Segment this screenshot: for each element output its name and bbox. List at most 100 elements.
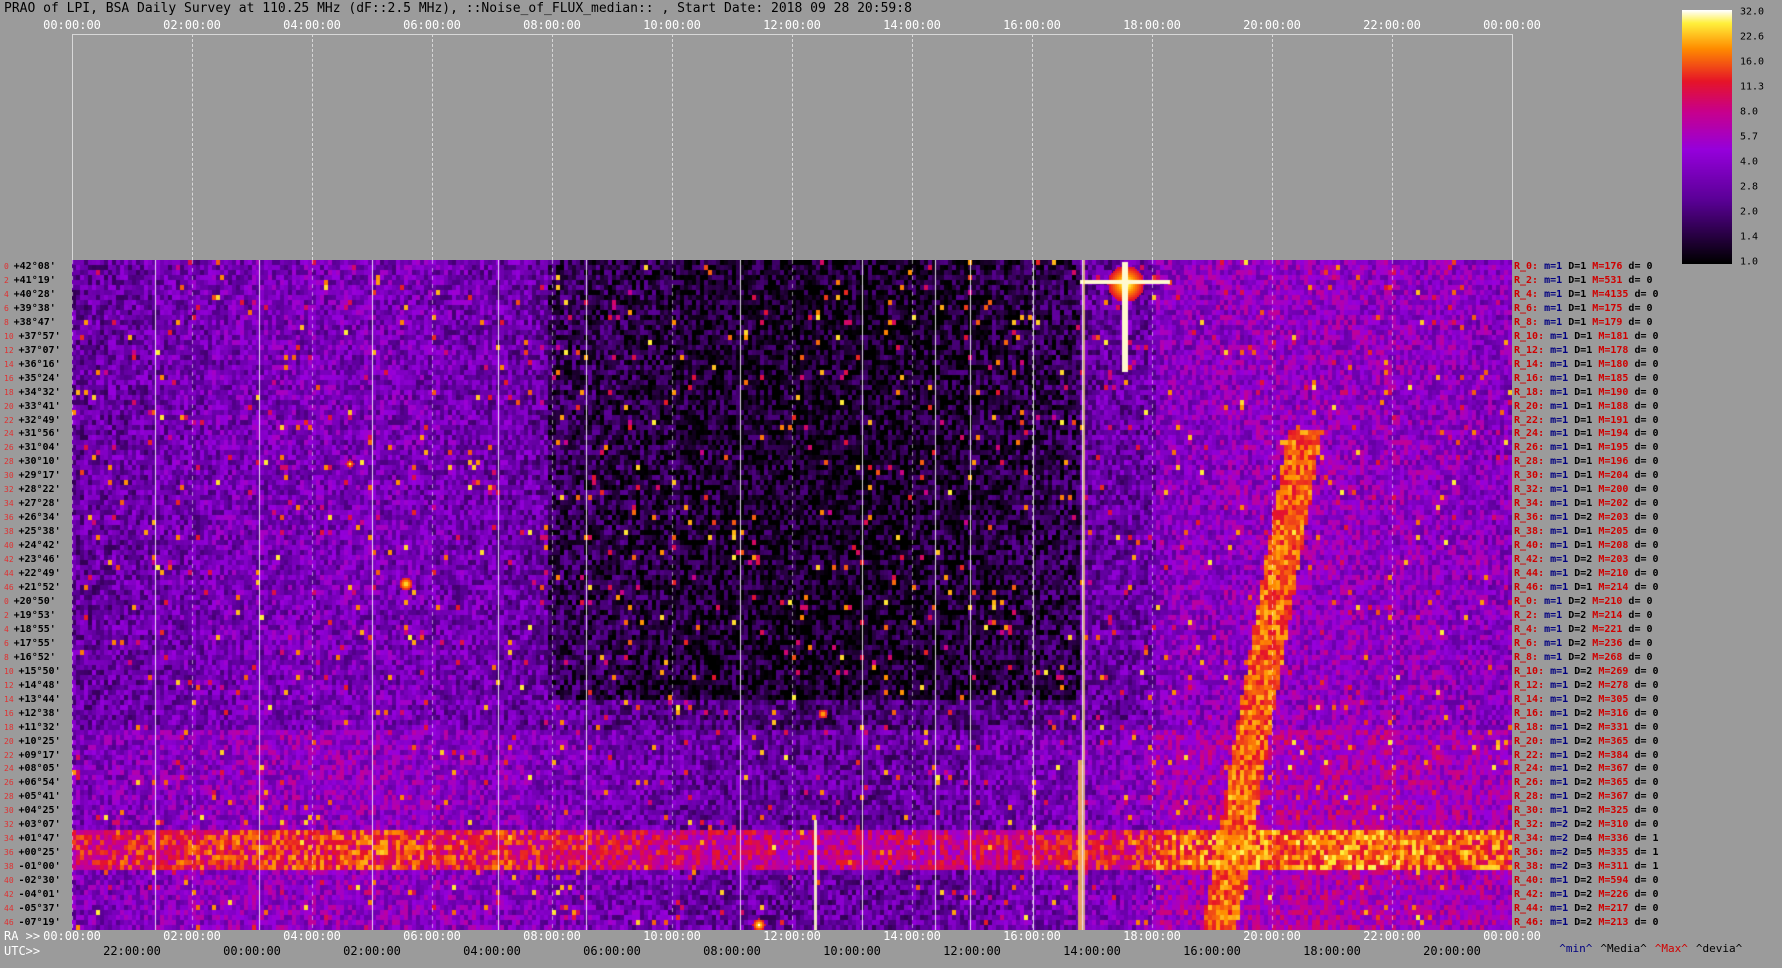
declination-label: 28 +30°10' bbox=[4, 456, 61, 468]
top-tick-label: 18:00:00 bbox=[1123, 18, 1181, 32]
gridline bbox=[1512, 34, 1513, 260]
stat-m: m=1 bbox=[1550, 344, 1575, 356]
stat-d: d= 0 bbox=[1634, 749, 1665, 761]
stat-m: m=1 bbox=[1550, 358, 1575, 370]
row-index: 24 bbox=[4, 764, 19, 774]
stat-rn: R_44: bbox=[1514, 903, 1551, 915]
stat-m: m=1 bbox=[1550, 749, 1575, 761]
stat-M: M=335 bbox=[1598, 847, 1635, 859]
row-stat: R_4: m=1 D=1 M=4135 d= 0 bbox=[1514, 289, 1665, 301]
stat-D: D=2 bbox=[1574, 777, 1599, 789]
colorbar-tick: 1.4 bbox=[1740, 231, 1759, 243]
row-stat: R_24: m=1 D=1 M=194 d= 0 bbox=[1514, 428, 1665, 440]
row-index: 22 bbox=[4, 415, 19, 425]
row-stat: R_46: m=1 D=1 M=214 d= 0 bbox=[1514, 582, 1665, 594]
declination-label: 34 +01°47' bbox=[4, 833, 61, 845]
declination-label: 0 +42°08' bbox=[4, 261, 56, 273]
row-stat: R_42: m=1 D=2 M=203 d= 0 bbox=[1514, 554, 1665, 566]
stat-D: D=2 bbox=[1574, 917, 1599, 929]
declination-value: +05°41' bbox=[18, 791, 61, 803]
row-stat: R_32: m=1 D=1 M=200 d= 0 bbox=[1514, 484, 1665, 496]
row-index: 30 bbox=[4, 471, 19, 481]
stat-M: M=305 bbox=[1598, 693, 1635, 705]
ra-tick-label: 22:00:00 bbox=[1363, 929, 1421, 943]
row-stat: R_26: m=1 D=1 M=195 d= 0 bbox=[1514, 442, 1665, 454]
declination-value: +36°16' bbox=[18, 358, 61, 370]
utc-tick-label: 10:00:00 bbox=[823, 944, 881, 958]
stat-D: D=2 bbox=[1574, 749, 1599, 761]
stat-D: D=1 bbox=[1568, 316, 1593, 328]
stat-d: d= 0 bbox=[1634, 512, 1665, 524]
legend-min: ^min^ bbox=[1559, 942, 1593, 955]
top-tick-label: 00:00:00 bbox=[43, 18, 101, 32]
declination-label: 20 +10°25' bbox=[4, 736, 61, 748]
declination-value: +40°28' bbox=[13, 288, 56, 300]
stat-D: D=1 bbox=[1574, 344, 1599, 356]
row-index: 36 bbox=[4, 513, 19, 523]
stat-m: m=1 bbox=[1544, 274, 1569, 286]
stat-m: m=2 bbox=[1550, 847, 1575, 859]
declination-label: 30 +29°17' bbox=[4, 470, 61, 482]
stat-d: d= 0 bbox=[1634, 568, 1665, 580]
row-stat: R_44: m=1 D=2 M=210 d= 0 bbox=[1514, 568, 1665, 580]
row-index: 2 bbox=[4, 275, 14, 285]
stat-d: d= 0 bbox=[1628, 316, 1659, 328]
row-index: 28 bbox=[4, 457, 19, 467]
stat-m: m=1 bbox=[1550, 470, 1575, 482]
declination-label: 14 +36°16' bbox=[4, 359, 61, 371]
row-stat: R_6: m=1 D=1 M=175 d= 0 bbox=[1514, 303, 1659, 315]
stat-d: d= 0 bbox=[1634, 344, 1665, 356]
gridline bbox=[1392, 34, 1393, 260]
stat-D: D=2 bbox=[1568, 609, 1593, 621]
top-tick-label: 02:00:00 bbox=[163, 18, 221, 32]
stat-M: M=221 bbox=[1592, 623, 1629, 635]
ra-tick-label: 00:00:00 bbox=[1483, 929, 1541, 943]
row-index: 16 bbox=[4, 373, 19, 383]
stat-m: m=1 bbox=[1550, 707, 1575, 719]
colorbar-tick: 11.3 bbox=[1740, 81, 1765, 93]
stat-M: M=203 bbox=[1598, 554, 1635, 566]
declination-value: +33°41' bbox=[18, 400, 61, 412]
stat-rn: R_24: bbox=[1514, 428, 1551, 440]
stat-rn: R_0: bbox=[1514, 595, 1545, 607]
stat-m: m=1 bbox=[1550, 721, 1575, 733]
stat-rn: R_8: bbox=[1514, 316, 1545, 328]
declination-label: 8 +16°52' bbox=[4, 652, 56, 664]
stat-m: m=1 bbox=[1550, 428, 1575, 440]
row-index: 34 bbox=[4, 834, 19, 844]
stat-M: M=195 bbox=[1598, 442, 1635, 454]
row-index: 36 bbox=[4, 848, 19, 858]
colorbar-tick: 1.0 bbox=[1740, 256, 1759, 268]
row-index: 30 bbox=[4, 806, 19, 816]
stat-rn: R_38: bbox=[1514, 861, 1551, 873]
declination-value: -07°19' bbox=[18, 917, 61, 929]
row-stat: R_22: m=1 D=2 M=384 d= 0 bbox=[1514, 750, 1665, 762]
row-index: 12 bbox=[4, 680, 19, 690]
utc-tick-label: 12:00:00 bbox=[943, 944, 1001, 958]
stat-d: d= 0 bbox=[1628, 637, 1659, 649]
declination-value: +23°46' bbox=[18, 554, 61, 566]
stat-m: m=1 bbox=[1550, 875, 1575, 887]
declination-value: +31°56' bbox=[18, 428, 61, 440]
declination-value: +28°22' bbox=[18, 484, 61, 496]
stat-rn: R_28: bbox=[1514, 791, 1551, 803]
stat-m: m=1 bbox=[1544, 288, 1569, 300]
row-stat: R_30: m=1 D=1 M=204 d= 0 bbox=[1514, 470, 1665, 482]
stat-d: d= 0 bbox=[1634, 288, 1665, 300]
row-stat: R_38: m=2 D=3 M=311 d= 1 bbox=[1514, 861, 1665, 873]
row-stat: R_22: m=1 D=1 M=191 d= 0 bbox=[1514, 415, 1665, 427]
stat-rn: R_36: bbox=[1514, 512, 1551, 524]
colorbar-tick: 32.0 bbox=[1740, 6, 1765, 18]
stat-D: D=4 bbox=[1574, 833, 1599, 845]
stat-D: D=2 bbox=[1574, 679, 1599, 691]
ra-tick-label: 16:00:00 bbox=[1003, 929, 1061, 943]
stat-M: M=205 bbox=[1598, 526, 1635, 538]
stat-D: D=1 bbox=[1574, 428, 1599, 440]
row-index: 14 bbox=[4, 359, 19, 369]
stat-d: d= 0 bbox=[1634, 903, 1665, 915]
stat-M: M=178 bbox=[1598, 344, 1635, 356]
utc-tick-label: 14:00:00 bbox=[1063, 944, 1121, 958]
row-index: 8 bbox=[4, 652, 14, 662]
ra-tick-label: 20:00:00 bbox=[1243, 929, 1301, 943]
stat-d: d= 0 bbox=[1634, 735, 1665, 747]
